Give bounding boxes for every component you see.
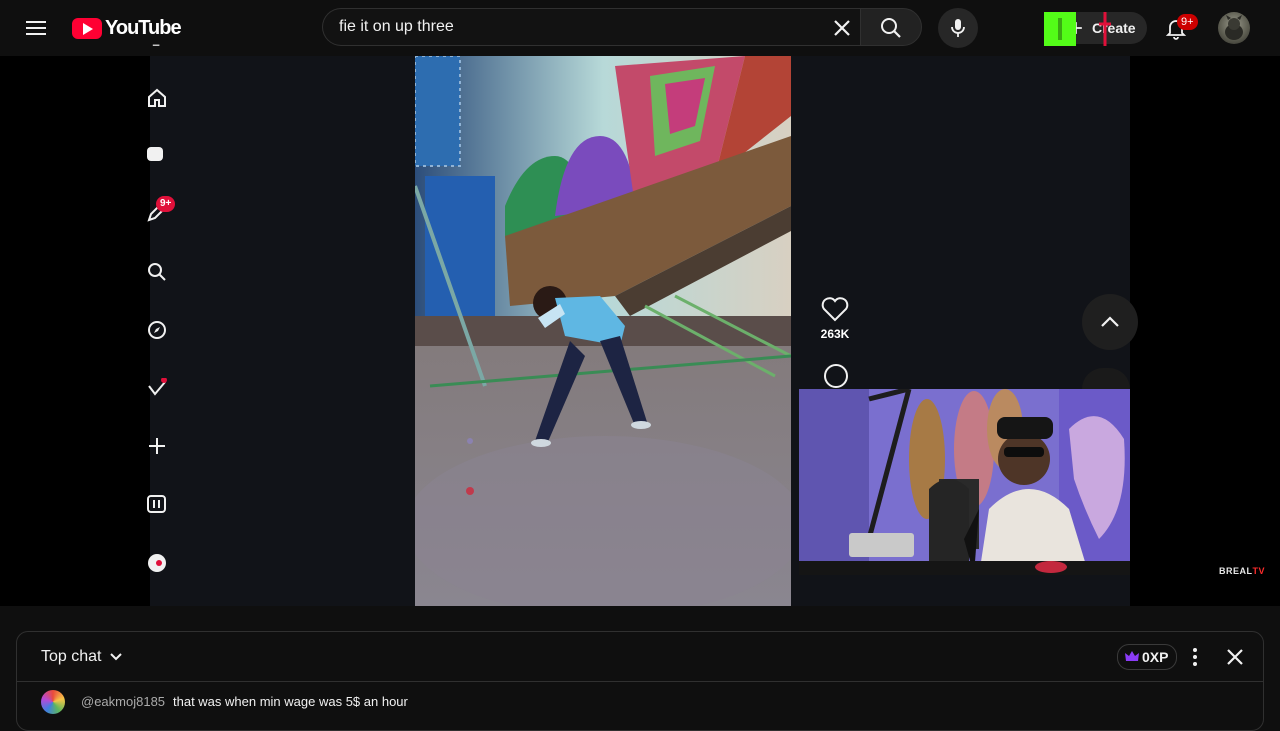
chat-message-text: that was when min wage was 5$ an hour — [173, 694, 408, 709]
chevron-up-icon — [1101, 316, 1119, 327]
search-icon — [881, 18, 901, 38]
search-button[interactable] — [860, 8, 922, 46]
xp-label: 0XP — [1142, 649, 1169, 665]
video-scene-image — [415, 56, 791, 606]
account-avatar[interactable] — [1218, 12, 1250, 44]
youtube-play-icon — [72, 17, 102, 39]
watermark-brand: BREAL — [1219, 566, 1253, 576]
partial-icon-top — [152, 44, 160, 46]
inbox-icon — [147, 495, 166, 513]
chevron-down-icon[interactable] — [109, 650, 123, 664]
menu-icon[interactable] — [24, 16, 48, 40]
live-chat-panel: Top chat 0XP @eakmoj8185 that was when m… — [16, 631, 1264, 731]
heart-check-icon — [148, 378, 167, 396]
xp-button[interactable]: 0XP — [1117, 644, 1178, 670]
comment-icon — [824, 364, 848, 388]
chat-message: @eakmoj8185 that was when min wage was 5… — [41, 690, 1241, 714]
chat-author-name[interactable]: @eakmoj8185 — [81, 694, 165, 709]
chat-author-avatar[interactable] — [41, 690, 65, 714]
masthead: YouTube Create 9+ — [0, 0, 1280, 56]
watermark-suffix: TV — [1252, 566, 1266, 576]
red-decoration-icon — [1099, 12, 1111, 46]
scroll-up-button[interactable] — [1082, 294, 1138, 350]
youtube-logo[interactable]: YouTube — [72, 16, 182, 39]
avatar-image-icon — [1225, 15, 1243, 40]
video-icon — [147, 147, 163, 161]
sidebar-badge: 9+ — [156, 196, 176, 212]
search-box — [322, 8, 860, 46]
search-icon — [148, 263, 166, 281]
webcam-image — [799, 389, 1130, 575]
k-extension-logo-icon — [1044, 12, 1076, 46]
clear-search-icon[interactable] — [829, 15, 855, 41]
profile-icon — [148, 554, 166, 572]
more-options-icon[interactable] — [1183, 645, 1207, 669]
close-icon[interactable] — [1223, 645, 1247, 669]
notifications-badge: 9+ — [1177, 14, 1198, 30]
like-count: 263K — [820, 327, 850, 341]
compass-icon — [148, 321, 166, 339]
video-frame[interactable] — [415, 56, 791, 606]
voice-search-button[interactable] — [938, 8, 978, 48]
channel-watermark: BREALTV — [1219, 566, 1265, 576]
plus-icon — [149, 438, 165, 454]
chat-header: Top chat 0XP — [17, 632, 1263, 682]
microphone-icon — [951, 19, 965, 37]
streamer-webcam — [799, 389, 1130, 575]
crown-icon — [1125, 651, 1139, 661]
search-input[interactable] — [339, 17, 809, 37]
chat-mode-title[interactable]: Top chat — [41, 648, 101, 666]
heart-icon — [821, 297, 849, 322]
home-icon — [148, 88, 166, 107]
logo-text: YouTube — [105, 16, 182, 39]
